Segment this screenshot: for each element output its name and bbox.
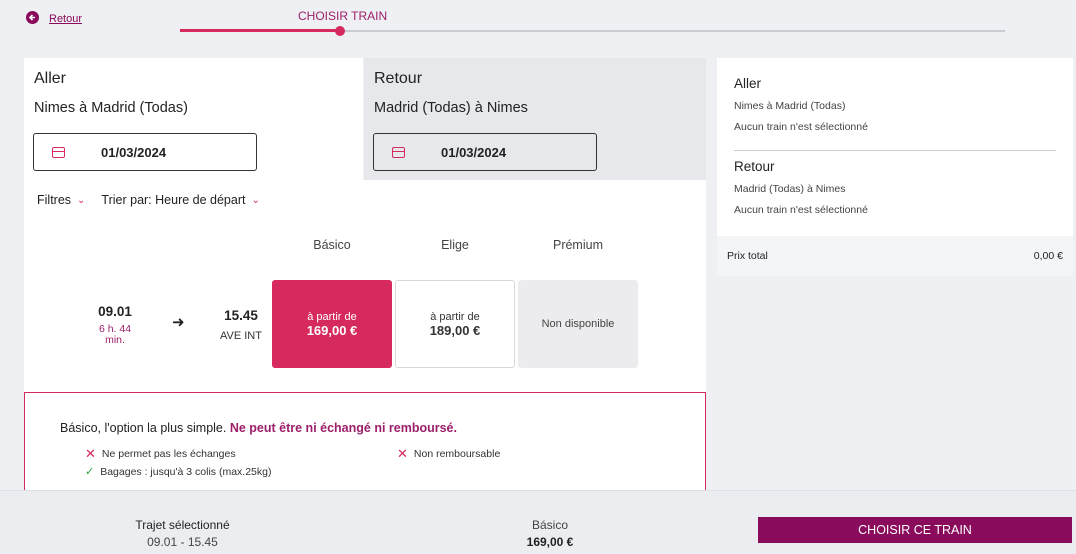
fare-prefix: à partir de: [430, 310, 480, 323]
departure-time: 09.01: [98, 304, 132, 319]
arrow-left-icon: [26, 10, 39, 24]
back-link[interactable]: Retour: [26, 9, 82, 25]
results-panel: Filtres ⌄ Trier par: Heure de départ ⌄ B…: [24, 180, 706, 392]
tab-aller-route: Nimes à Madrid (Todas): [34, 100, 188, 116]
fare-details-intro: Básico, l'option la plus simple.: [60, 421, 227, 435]
tab-aller-title: Aller: [34, 70, 67, 87]
feature-label: Non remboursable: [413, 448, 501, 460]
fare-premium-unavailable: Non disponible: [518, 280, 638, 368]
summary-aller-route: Nimes à Madrid (Todas): [734, 100, 846, 112]
total-price-value: 0,00 €: [1033, 250, 1063, 262]
sort-dropdown[interactable]: Trier par: Heure de départ ⌄: [101, 193, 259, 207]
progress-fill: [180, 29, 340, 32]
fare-details-warning: Ne peut être ni échangé ni remboursé.: [229, 421, 457, 435]
choose-train-button[interactable]: CHOISIR CE TRAIN: [758, 517, 1072, 543]
feature-item: ✕ Non remboursable: [397, 446, 500, 462]
selected-trip: Trajet sélectionné 09.01 - 15.45: [100, 518, 265, 549]
total-price-row: Prix total 0,00 €: [717, 236, 1073, 276]
tab-retour[interactable]: Retour Madrid (Todas) à Nimes 01/03/2024: [364, 58, 706, 180]
chevron-down-icon: ⌄: [251, 194, 260, 206]
selected-trip-label: Trajet sélectionné: [135, 518, 230, 532]
calendar-icon: [52, 146, 65, 158]
trip-duration: 6 h. 44 min.: [98, 323, 132, 346]
class-header-premium: Prémium: [552, 238, 603, 252]
step-title: CHOISIR TRAIN: [298, 9, 388, 23]
summary-aller-title: Aller: [734, 76, 762, 91]
feature-label: Bagages : jusqu'à 3 colis (max.25kg): [100, 465, 272, 478]
feature-item: ✕ Ne permet pas les échanges: [85, 446, 236, 462]
checkmark-icon: ✓: [85, 466, 95, 478]
calendar-icon: [392, 146, 405, 158]
aller-date-value: 01/03/2024: [101, 144, 167, 160]
fare-details-heading: Básico, l'option la plus simple. Ne peut…: [60, 421, 457, 435]
train-type: AVE INT: [220, 330, 262, 342]
summary-retour-status: Aucun train n'est sélectionné: [734, 204, 868, 216]
fare-elige-button[interactable]: à partir de 189,00 €: [395, 280, 515, 368]
filters-dropdown[interactable]: Filtres ⌄: [37, 193, 85, 207]
divider: [734, 150, 1056, 151]
progress-dot: [335, 26, 345, 36]
summary-retour-title: Retour: [734, 159, 775, 174]
filters-bar: Filtres ⌄ Trier par: Heure de départ ⌄: [37, 193, 260, 207]
cross-icon: ✕: [397, 446, 408, 461]
summary-aller-status: Aucun train n'est sélectionné: [734, 121, 868, 133]
summary-aller: Aller Nimes à Madrid (Todas) Aucun train…: [734, 76, 868, 133]
selected-fare-label: Básico: [531, 518, 569, 532]
arrow-right-icon: ➜: [172, 314, 185, 331]
selected-fare: Básico 169,00 €: [480, 518, 620, 549]
fare-basico-button[interactable]: à partir de 169,00 €: [272, 280, 392, 368]
class-header-basico: Básico: [313, 238, 351, 252]
retour-date-field[interactable]: 01/03/2024: [373, 133, 597, 171]
selected-fare-price: 169,00 €: [526, 535, 574, 549]
filters-label: Filtres: [37, 193, 72, 207]
feature-item: ✓ Bagages : jusqu'à 3 colis (max.25kg): [85, 465, 272, 479]
summary-retour: Retour Madrid (Todas) à Nimes Aucun trai…: [734, 159, 868, 216]
fare-unavailable-label: Non disponible: [541, 318, 615, 330]
tab-aller[interactable]: Aller Nimes à Madrid (Todas) 01/03/2024: [24, 58, 363, 180]
back-label: Retour: [49, 13, 83, 25]
fare-prefix: à partir de: [307, 310, 357, 323]
fare-details-box: Básico, l'option la plus simple. Ne peut…: [24, 392, 706, 492]
arrival-time: 15.45: [224, 308, 258, 323]
fare-price: 189,00 €: [429, 322, 481, 338]
sort-label: Trier par: Heure de départ: [101, 193, 246, 207]
trip-summary: Aller Nimes à Madrid (Todas) Aucun train…: [717, 58, 1073, 276]
aller-date-field[interactable]: 01/03/2024: [33, 133, 257, 171]
total-price-label: Prix total: [727, 250, 768, 262]
tab-retour-route: Madrid (Todas) à Nimes: [374, 100, 528, 116]
cross-icon: ✕: [85, 446, 96, 461]
feature-label: Ne permet pas les échanges: [101, 448, 236, 460]
chevron-down-icon: ⌄: [77, 194, 86, 206]
tab-retour-title: Retour: [374, 70, 423, 87]
class-header-elige: Elige: [441, 238, 469, 252]
summary-retour-route: Madrid (Todas) à Nimes: [734, 183, 846, 195]
bottom-bar: Trajet sélectionné 09.01 - 15.45 Básico …: [0, 490, 1076, 554]
selected-trip-value: 09.01 - 15.45: [147, 535, 218, 549]
fare-price: 169,00 €: [306, 322, 358, 338]
retour-date-value: 01/03/2024: [441, 144, 507, 160]
